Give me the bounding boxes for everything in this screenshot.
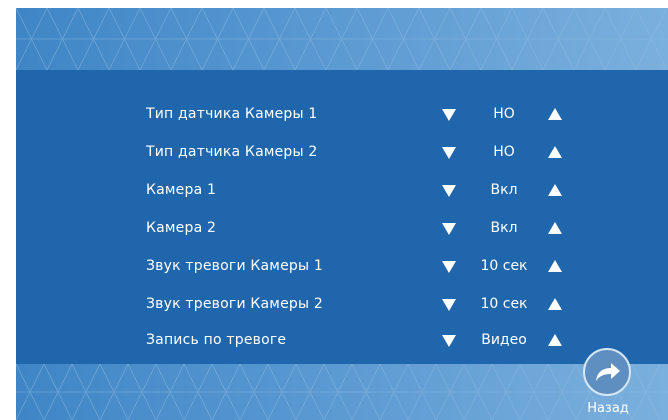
triangle-down-icon[interactable] bbox=[442, 261, 456, 273]
triangle-up-icon[interactable] bbox=[548, 184, 562, 196]
settings-row: Тип датчика Камеры 2 НО bbox=[16, 136, 668, 168]
triangle-up-icon[interactable] bbox=[548, 334, 562, 346]
settings-row: Звук тревоги Камеры 1 10 сек bbox=[16, 250, 668, 282]
setting-label: Звук тревоги Камеры 1 bbox=[146, 258, 323, 274]
triangle-down-icon[interactable] bbox=[442, 185, 456, 197]
triangle-up-icon[interactable] bbox=[548, 260, 562, 272]
triangle-up-icon[interactable] bbox=[548, 298, 562, 310]
footer-band bbox=[16, 364, 668, 420]
setting-value: 10 сек bbox=[480, 296, 528, 312]
settings-row: Камера 2 Вкл bbox=[16, 212, 668, 244]
triangle-down-icon[interactable] bbox=[442, 223, 456, 235]
setting-label: Камера 1 bbox=[146, 182, 217, 198]
setting-value: Вкл bbox=[490, 182, 518, 198]
triangle-down-icon[interactable] bbox=[442, 147, 456, 159]
settings-row: Звук тревоги Камеры 2 10 сек bbox=[16, 288, 668, 320]
triangle-down-icon[interactable] bbox=[442, 109, 456, 121]
setting-label: Запись по тревоге bbox=[146, 332, 287, 348]
settings-row: Камера 1 Вкл bbox=[16, 174, 668, 206]
settings-row: Тип датчика Камеры 1 НО bbox=[16, 98, 668, 130]
triangle-down-icon[interactable] bbox=[442, 335, 456, 347]
setting-label: Тип датчика Камеры 1 bbox=[146, 106, 318, 122]
triangle-up-icon[interactable] bbox=[548, 222, 562, 234]
settings-screen: Тип датчика Камеры 1 НО Тип датчика Каме… bbox=[16, 8, 668, 420]
header-band bbox=[16, 8, 668, 70]
back-button[interactable] bbox=[583, 348, 631, 396]
setting-value: НО bbox=[493, 106, 515, 122]
triangle-down-icon[interactable] bbox=[442, 299, 456, 311]
setting-value: Видео bbox=[481, 332, 527, 348]
settings-panel: Тип датчика Камеры 1 НО Тип датчика Каме… bbox=[16, 70, 668, 364]
setting-label: Звук тревоги Камеры 2 bbox=[146, 296, 323, 312]
triangle-up-icon[interactable] bbox=[548, 108, 562, 120]
setting-label: Камера 2 bbox=[146, 220, 217, 236]
setting-value: 10 сек bbox=[480, 258, 528, 274]
triangle-up-icon[interactable] bbox=[548, 146, 562, 158]
back-label[interactable]: Назад bbox=[581, 401, 635, 416]
setting-value: НО bbox=[493, 144, 515, 160]
diamond-pattern bbox=[16, 364, 668, 420]
settings-row: Запись по тревоге Видео bbox=[16, 324, 668, 356]
setting-value: Вкл bbox=[490, 220, 518, 236]
diamond-pattern bbox=[16, 8, 668, 70]
setting-label: Тип датчика Камеры 2 bbox=[146, 144, 318, 160]
forward-arrow-icon bbox=[596, 363, 620, 381]
